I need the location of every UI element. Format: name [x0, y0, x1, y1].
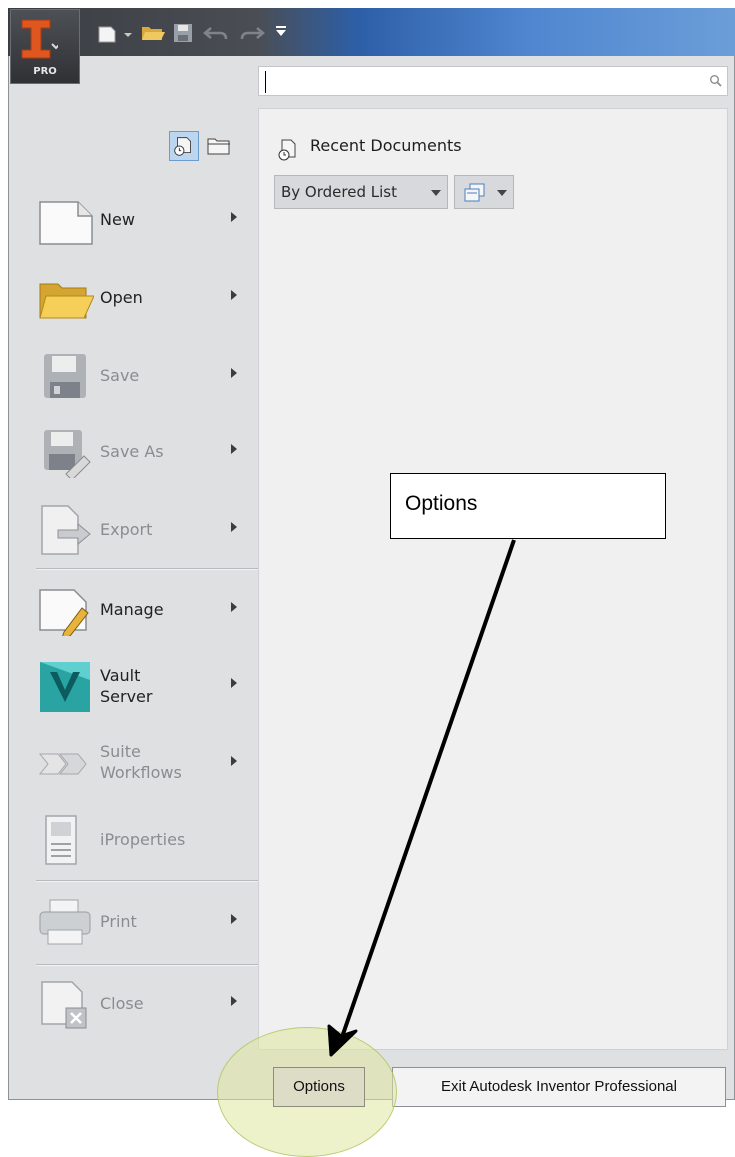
open-icon[interactable]: [140, 22, 166, 44]
menu-item-print[interactable]: Print: [34, 892, 254, 952]
callout-text: Options: [405, 492, 478, 515]
submenu-arrow-icon: [231, 522, 237, 532]
menu-item-label: Close: [100, 994, 144, 1013]
menu-item-label: Save: [100, 366, 140, 385]
open-documents-toggle-icon[interactable]: [204, 131, 234, 161]
menu-item-export[interactable]: Export: [34, 500, 254, 560]
recent-documents-pane: [258, 108, 728, 1050]
menu-item-label-line2: Workflows: [100, 763, 182, 782]
menu-item-label: New: [100, 210, 135, 229]
submenu-arrow-icon: [231, 678, 237, 688]
submenu-arrow-icon: [231, 914, 237, 924]
menu-commands-panel: New Open Save Save As Export Manage Vaul…: [10, 110, 262, 1070]
menu-divider: [36, 880, 262, 882]
new-icon[interactable]: [96, 24, 118, 44]
customize-dropdown-icon[interactable]: [274, 22, 288, 42]
submenu-arrow-icon: [231, 602, 237, 612]
save-icon: [44, 354, 86, 398]
exit-button[interactable]: Exit Autodesk Inventor Professional: [392, 1067, 726, 1107]
submenu-arrow-icon: [231, 996, 237, 1006]
view-style-icon: [464, 183, 485, 202]
sort-order-value: By Ordered List: [281, 183, 397, 201]
menu-item-label-line1: Vault: [100, 666, 141, 685]
redo-icon[interactable]: [236, 22, 266, 44]
menu-item-label: Export: [100, 520, 153, 539]
quick-access-toolbar: [8, 8, 735, 56]
menu-item-close[interactable]: Close: [34, 974, 254, 1034]
application-button[interactable]: PRO: [10, 9, 80, 84]
search-box[interactable]: [258, 66, 728, 96]
suite-workflows-icon: [38, 753, 87, 775]
menu-item-new[interactable]: New: [34, 190, 254, 250]
iproperties-icon: [45, 815, 77, 865]
submenu-arrow-icon: [231, 444, 237, 454]
save-icon[interactable]: [172, 22, 194, 44]
menu-item-vault-server[interactable]: Vault Server: [34, 656, 254, 716]
submenu-arrow-icon: [231, 756, 237, 766]
export-icon: [41, 505, 91, 555]
manage-icon: [39, 589, 89, 636]
menu-item-label: Manage: [100, 600, 164, 619]
menu-item-label: Print: [100, 912, 137, 931]
open-folder-icon: [39, 283, 94, 319]
search-input[interactable]: [265, 71, 690, 93]
new-document-icon: [39, 201, 93, 245]
printer-icon: [39, 899, 91, 945]
recent-documents-title: Recent Documents: [310, 136, 462, 155]
menu-item-manage[interactable]: Manage: [34, 580, 254, 640]
view-style-dropdown[interactable]: [454, 175, 514, 209]
submenu-arrow-icon: [231, 290, 237, 300]
menu-item-save[interactable]: Save: [34, 346, 254, 406]
new-dropdown-icon[interactable]: [122, 24, 134, 44]
recent-documents-icon: [278, 139, 296, 161]
menu-item-open[interactable]: Open: [34, 268, 254, 328]
menu-item-label: iProperties: [100, 830, 186, 849]
save-as-icon: [44, 430, 91, 478]
annotation-callout: Options: [390, 473, 666, 539]
undo-icon[interactable]: [202, 22, 232, 44]
chevron-down-icon: [497, 190, 507, 196]
sort-order-dropdown[interactable]: By Ordered List: [274, 175, 448, 209]
menu-divider: [36, 964, 262, 966]
pro-badge: PRO: [33, 66, 57, 77]
inventor-logo-icon: [21, 19, 58, 59]
options-button[interactable]: Options: [273, 1067, 365, 1107]
menu-divider: [36, 568, 262, 570]
menu-item-label: Open: [100, 288, 143, 307]
menu-item-label: Save As: [100, 442, 164, 461]
close-document-icon: [41, 981, 87, 1029]
menu-item-iproperties[interactable]: iProperties: [34, 810, 254, 870]
search-icon[interactable]: [709, 74, 723, 88]
vault-icon: [40, 662, 90, 712]
submenu-arrow-icon: [231, 368, 237, 378]
menu-item-save-as[interactable]: Save As: [34, 422, 254, 482]
submenu-arrow-icon: [231, 212, 237, 222]
menu-item-label-line1: Suite: [100, 742, 141, 761]
chevron-down-icon: [431, 190, 441, 196]
menu-item-label-line2: Server: [100, 687, 153, 706]
recent-documents-toggle-icon[interactable]: [169, 131, 199, 161]
menu-item-suite-workflows[interactable]: Suite Workflows: [34, 734, 254, 794]
